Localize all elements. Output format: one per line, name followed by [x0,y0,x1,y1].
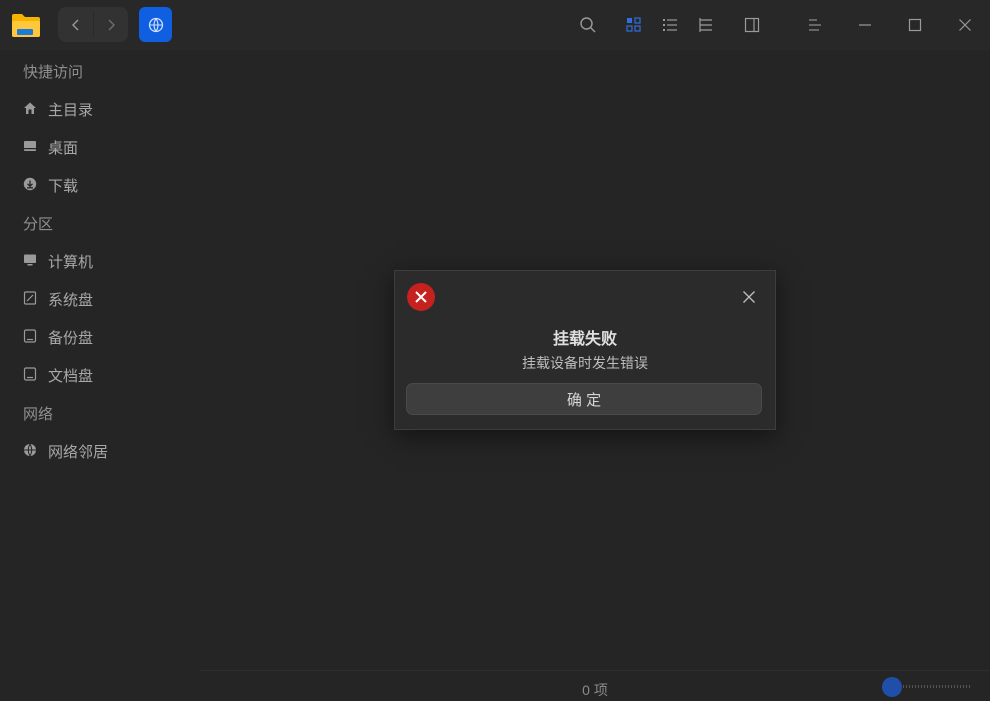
maximize-button[interactable] [903,13,927,37]
error-icon [406,282,436,312]
sidebar-group-partitions: 分区 [23,216,54,233]
mount-error-dialog: 挂载失败 挂载设备时发生错误 确 定 [394,270,776,430]
folder-app-icon [11,12,41,38]
confirm-button[interactable]: 确 定 [406,383,762,415]
home-icon [24,102,36,114]
minimize-button[interactable] [853,13,877,37]
dialog-close-button[interactable] [737,285,761,309]
search-button[interactable] [576,13,600,37]
sidebar-group-network: 网络 [23,406,54,423]
search-icon [580,17,596,33]
status-bar: 0 项 [200,670,990,701]
grid-view-icon [626,17,641,32]
menu-icon [809,19,821,31]
dialog-message: 挂载设备时发生错误 [522,355,648,371]
close-icon [959,19,971,31]
dialog-title: 挂载失败 [552,331,617,348]
network-globe-icon [24,443,36,457]
icon-view-button[interactable] [622,13,646,37]
maximize-icon [908,18,922,32]
sidebar-item-label: 下载 [48,178,79,195]
sidebar-item-backup-disk[interactable]: 备份盘 [0,321,200,351]
navigation-buttons [58,7,128,42]
disk-icon [23,329,37,343]
item-count: 0 项 [582,682,608,698]
tree-view-icon [699,18,712,32]
chevron-right-icon [108,19,115,30]
sidebar-group-quick-access: 快捷访问 [23,64,84,81]
sidebar-item-network-neighborhood[interactable]: 网络邻居 [0,435,200,465]
sidebar-item-home[interactable]: 主目录 [0,93,200,123]
sidebar: 快捷访问 主目录 桌面 下载 分区 计算机 系统盘 备份盘 文档盘 网络 网络邻… [0,50,200,700]
list-view-icon [663,19,677,31]
breadcrumb-network-button[interactable] [139,7,172,42]
sidebar-item-label: 网络邻居 [48,444,109,461]
download-icon [23,177,37,191]
sidebar-item-desktop[interactable]: 桌面 [0,131,200,161]
system-disk-icon [23,291,37,305]
side-panel-icon [744,17,760,33]
sidebar-item-label: 计算机 [48,254,94,271]
forward-button[interactable] [93,7,128,42]
sidebar-item-system-disk[interactable]: 系统盘 [0,283,200,313]
sidebar-item-label: 系统盘 [48,292,94,309]
network-globe-icon [148,17,163,32]
back-button[interactable] [58,7,93,42]
computer-icon [24,254,36,266]
list-view-button[interactable] [658,13,682,37]
sidebar-item-documents-disk[interactable]: 文档盘 [0,359,200,389]
sidebar-item-label: 桌面 [48,140,79,157]
desktop-icon [24,141,36,151]
title-bar [0,0,990,50]
tree-view-button[interactable] [694,13,718,37]
minimize-icon [859,24,871,26]
close-icon [743,291,755,303]
sidebar-item-label: 文档盘 [48,368,94,385]
chevron-left-icon [71,19,78,30]
sidebar-item-label: 主目录 [48,102,94,119]
slider-handle[interactable] [882,677,902,697]
sidebar-item-label: 备份盘 [48,330,94,347]
icon-size-slider[interactable] [882,675,972,697]
sidebar-item-downloads[interactable]: 下载 [0,169,200,199]
disk-icon [23,367,37,381]
menu-button[interactable] [803,13,827,37]
close-window-button[interactable] [953,13,977,37]
sidebar-item-computer[interactable]: 计算机 [0,245,200,275]
detail-panel-button[interactable] [740,13,764,37]
